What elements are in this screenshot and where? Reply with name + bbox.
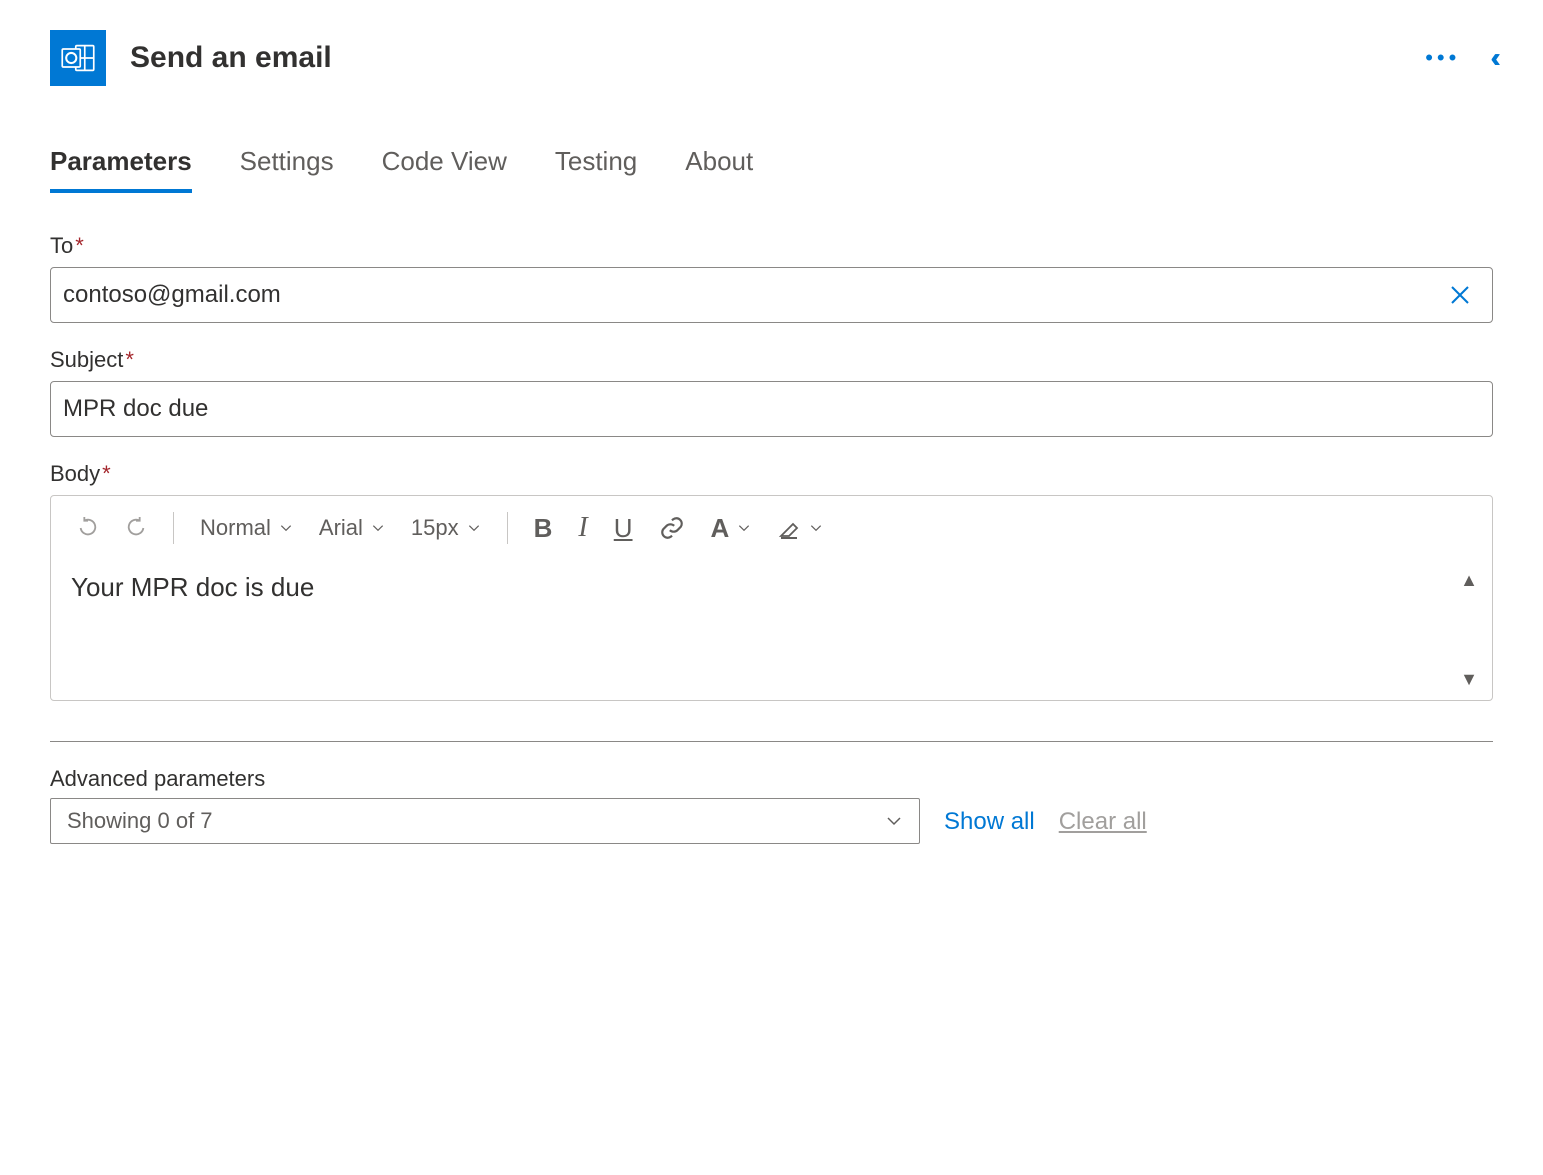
undo-button[interactable]	[71, 513, 105, 543]
clear-to-button[interactable]	[1440, 283, 1480, 307]
toolbar-divider	[507, 512, 508, 544]
chevron-down-icon	[371, 521, 385, 535]
size-dropdown[interactable]: 15px	[405, 511, 487, 545]
chevron-down-icon	[809, 521, 823, 535]
subject-label: Subject*	[50, 347, 1493, 373]
collapse-panel-button[interactable]: ‹‹	[1490, 42, 1493, 74]
redo-button[interactable]	[119, 513, 153, 543]
more-options-button[interactable]: •••	[1425, 45, 1460, 71]
editor-toolbar: Normal Arial 15px B I U A	[51, 496, 1492, 560]
tab-parameters[interactable]: Parameters	[50, 146, 192, 193]
underline-button[interactable]: U	[608, 509, 639, 548]
to-label: To*	[50, 233, 1493, 259]
tab-testing[interactable]: Testing	[555, 146, 637, 193]
chevron-down-icon	[737, 521, 751, 535]
scroll-up-icon[interactable]: ▲	[1454, 570, 1484, 591]
link-button[interactable]	[653, 511, 691, 545]
scroll-down-icon[interactable]: ▼	[1454, 669, 1484, 690]
to-input[interactable]	[63, 281, 1440, 309]
field-subject: Subject*	[50, 347, 1493, 437]
section-divider	[50, 741, 1493, 742]
show-all-button[interactable]: Show all	[944, 808, 1035, 844]
subject-input[interactable]	[63, 395, 1480, 423]
tab-bar: Parameters Settings Code View Testing Ab…	[50, 146, 1493, 193]
font-dropdown[interactable]: Arial	[313, 511, 391, 545]
advanced-parameters-row: Advanced parameters Showing 0 of 7 Show …	[50, 766, 1493, 844]
highlight-color-button[interactable]	[771, 512, 829, 544]
style-dropdown[interactable]: Normal	[194, 511, 299, 545]
body-editor[interactable]: Your MPR doc is due ▲ ▼	[51, 560, 1492, 700]
toolbar-divider	[173, 512, 174, 544]
clear-all-button[interactable]: Clear all	[1059, 808, 1147, 844]
card-title: Send an email	[130, 41, 1425, 75]
advanced-parameters-dropdown[interactable]: Showing 0 of 7	[50, 798, 920, 844]
chevron-down-icon	[885, 812, 903, 830]
chevron-down-icon	[467, 521, 481, 535]
card-header: Send an email ••• ‹‹	[50, 20, 1493, 116]
italic-button[interactable]: I	[572, 508, 593, 548]
tab-about[interactable]: About	[685, 146, 753, 193]
tab-settings[interactable]: Settings	[240, 146, 334, 193]
field-body: Body* Normal Arial 15px B	[50, 461, 1493, 701]
outlook-icon	[50, 30, 106, 86]
field-to: To*	[50, 233, 1493, 323]
tab-code-view[interactable]: Code View	[382, 146, 507, 193]
font-color-button[interactable]: A	[705, 509, 758, 548]
chevron-down-icon	[279, 521, 293, 535]
bold-button[interactable]: B	[528, 509, 559, 548]
advanced-parameters-label: Advanced parameters	[50, 766, 920, 792]
editor-scrollbar[interactable]: ▲ ▼	[1454, 570, 1484, 690]
body-label: Body*	[50, 461, 1493, 487]
